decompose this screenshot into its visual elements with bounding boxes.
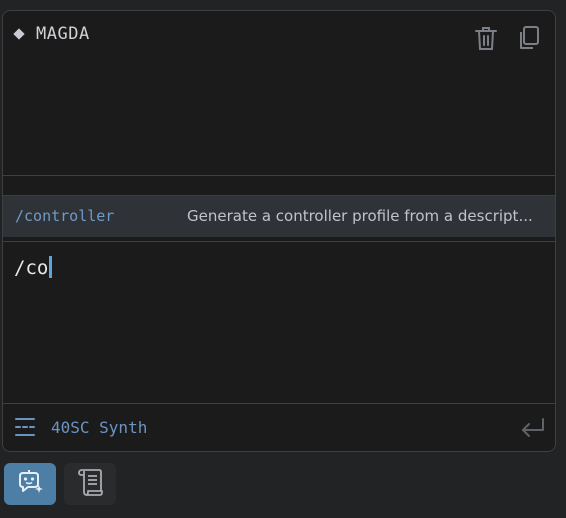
panel-header: MAGDA <box>3 11 555 59</box>
bottom-tab-bar <box>0 458 566 518</box>
chat-panel: MAGDA /controller Generate a controller … <box>2 10 556 452</box>
input-value: /co <box>14 257 49 279</box>
list-icon[interactable] <box>14 416 36 438</box>
input-footer: 40SC Synth <box>3 404 555 451</box>
agent-name: MAGDA <box>36 24 90 44</box>
message-input-text: /co <box>14 256 53 280</box>
suggestion-description: Generate a controller profile from a des… <box>187 207 533 225</box>
tab-agent[interactable] <box>4 463 56 505</box>
text-cursor <box>49 256 53 278</box>
diamond-icon <box>13 28 25 40</box>
copy-icon[interactable] <box>517 25 541 51</box>
synth-selector[interactable]: 40SC Synth <box>51 418 147 437</box>
trash-icon[interactable] <box>474 25 498 51</box>
tab-log[interactable] <box>64 463 116 505</box>
enter-icon[interactable] <box>519 416 547 438</box>
suggestion-command: /controller <box>15 207 115 225</box>
message-input[interactable]: /co <box>3 241 555 403</box>
robot-chat-icon <box>15 467 45 501</box>
scroll-icon <box>76 467 104 501</box>
command-suggestion[interactable]: /controller Generate a controller profil… <box>3 195 555 237</box>
divider <box>3 175 555 176</box>
